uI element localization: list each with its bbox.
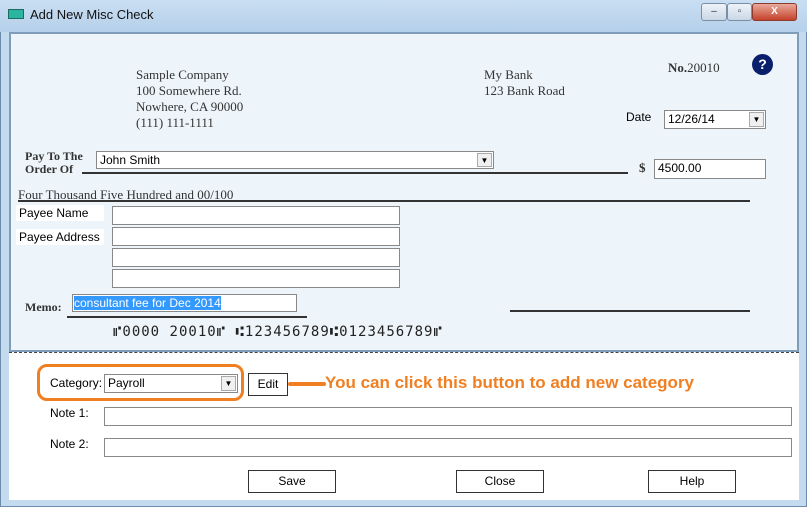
title-bar: Add New Misc Check – ▫ X <box>0 0 807 32</box>
payee-address-line2[interactable] <box>112 248 400 267</box>
company-phone: (111) 111-1111 <box>136 115 214 130</box>
payee-name-label: Payee Name <box>16 205 104 221</box>
micr-line: ⑈0000 20010⑈ ⑆123456789⑆0123456789⑈ <box>113 324 443 340</box>
payee-name-input[interactable] <box>112 206 400 225</box>
edit-category-button[interactable]: Edit <box>248 373 288 396</box>
bank-address: 123 Bank Road <box>484 83 565 98</box>
date-label: Date <box>626 110 652 124</box>
save-button[interactable]: Save <box>248 470 336 493</box>
window-title: Add New Misc Check <box>30 7 154 22</box>
company-info: Sample Company 100 Somewhere Rd. Nowhere… <box>136 67 243 131</box>
category-label: Category: <box>50 376 103 390</box>
chevron-down-icon[interactable]: ▼ <box>477 153 492 167</box>
close-window-button[interactable]: X <box>752 3 797 21</box>
dollar-sign: $ <box>639 160 646 175</box>
memo-label: Memo: <box>25 300 62 314</box>
help-icon[interactable]: ? <box>752 54 773 75</box>
annotation-connector <box>288 382 326 386</box>
note2-label: Note 2: <box>50 437 89 451</box>
minimize-button[interactable]: – <box>701 3 727 21</box>
company-name: Sample Company <box>136 67 229 82</box>
signature-line <box>510 310 750 312</box>
note1-label: Note 1: <box>50 406 89 420</box>
pay-to-underline <box>82 172 628 174</box>
payee-address-line1[interactable] <box>112 227 400 246</box>
memo-input[interactable]: consultant fee for Dec 2014 <box>72 294 297 312</box>
date-value: 12/26/14 <box>668 112 715 126</box>
payee-address-line3[interactable] <box>112 269 400 288</box>
chevron-down-icon[interactable]: ▼ <box>221 376 236 391</box>
memo-underline <box>67 316 307 318</box>
close-button[interactable]: Close <box>456 470 544 493</box>
payee-address-label: Payee Address <box>16 229 104 245</box>
company-address: 100 Somewhere Rd. <box>136 83 242 98</box>
help-button[interactable]: Help <box>648 470 736 493</box>
pay-to-line2: Order Of <box>25 162 74 176</box>
bank-name: My Bank <box>484 67 533 82</box>
amount-input[interactable]: 4500.00 <box>654 159 766 179</box>
chevron-down-icon[interactable]: ▼ <box>749 112 764 127</box>
date-picker[interactable]: 12/26/14 ▼ <box>664 110 766 129</box>
app-icon <box>8 9 24 19</box>
category-value: Payroll <box>108 376 145 390</box>
check-number: No.20010 <box>668 60 720 76</box>
memo-value: consultant fee for Dec 2014 <box>74 296 221 310</box>
payee-combo[interactable]: John Smith ▼ <box>96 151 494 169</box>
payee-value: John Smith <box>100 153 161 167</box>
check-number-value: 20010 <box>687 60 720 75</box>
amount-words-line <box>18 200 750 202</box>
maximize-button[interactable]: ▫ <box>727 3 752 21</box>
pay-to-label: Pay To The Order Of <box>25 150 83 176</box>
note1-input[interactable] <box>104 407 792 426</box>
company-city: Nowhere, CA 90000 <box>136 99 244 114</box>
note2-input[interactable] <box>104 438 792 457</box>
bank-info: My Bank 123 Bank Road <box>484 67 565 99</box>
check-number-label: No. <box>668 60 688 75</box>
category-select[interactable]: Payroll ▼ <box>104 374 238 393</box>
annotation-text: You can click this button to add new cat… <box>325 373 695 392</box>
